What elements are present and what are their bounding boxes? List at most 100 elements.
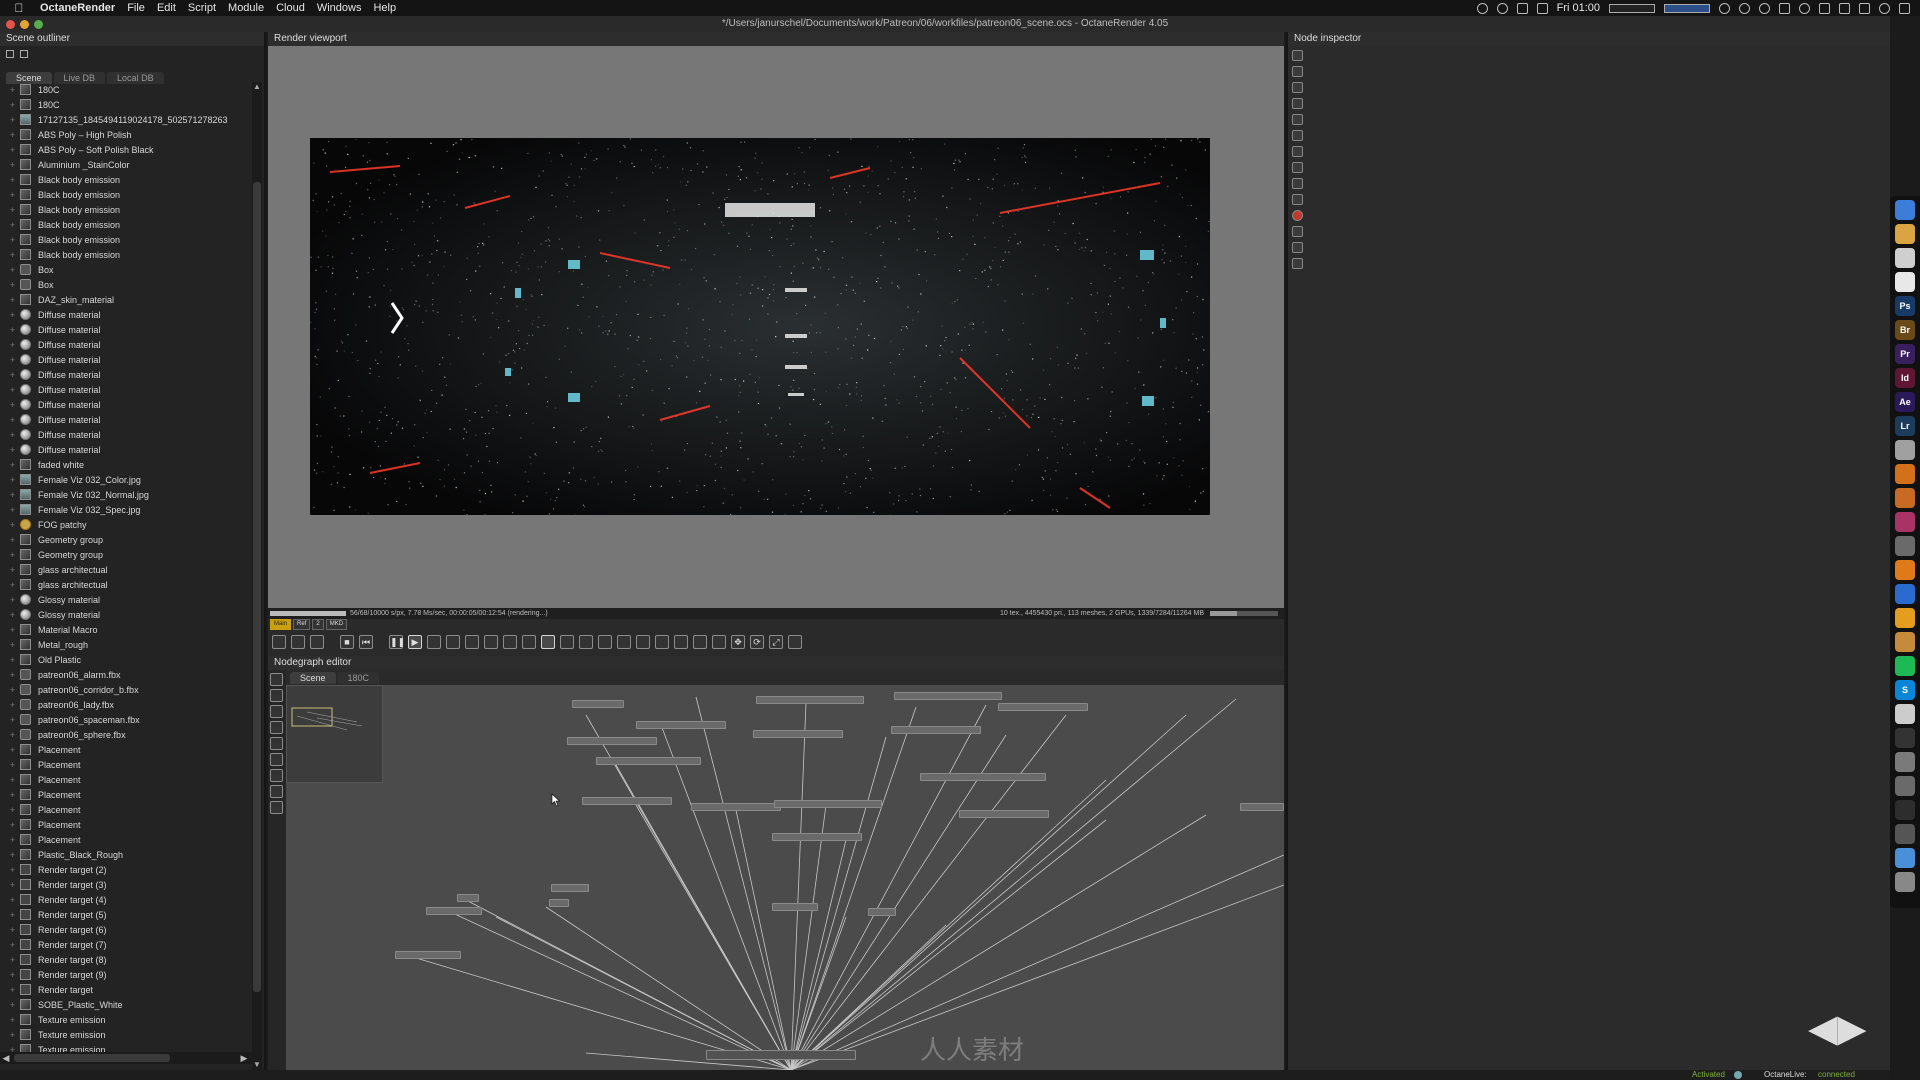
dock-app-icon[interactable]	[1895, 872, 1915, 892]
dock-app-icon[interactable]	[1895, 488, 1915, 508]
tree-item[interactable]: + Placement	[0, 817, 252, 832]
expand-toggle-icon[interactable]: +	[0, 175, 20, 185]
recenter-icon[interactable]	[270, 673, 283, 686]
dock-app-icon[interactable]	[1895, 800, 1915, 820]
material-picker-icon[interactable]	[522, 635, 536, 649]
tree-item[interactable]: + Diffuse material	[0, 352, 252, 367]
scroll-down-icon[interactable]: ▼	[252, 1060, 262, 1070]
render-layer-icon[interactable]	[1292, 194, 1303, 205]
recenter-icon[interactable]	[272, 635, 286, 649]
status-icon[interactable]	[1496, 2, 1508, 14]
tree-item[interactable]: + Diffuse material	[0, 442, 252, 457]
expand-toggle-icon[interactable]: +	[0, 550, 20, 560]
environment-icon[interactable]	[1292, 114, 1303, 125]
tree-item[interactable]: + Render target (8)	[0, 952, 252, 967]
expand-icon[interactable]	[6, 50, 14, 58]
tree-item[interactable]: + Diffuse material	[0, 367, 252, 382]
tree-item[interactable]: + Render target	[0, 982, 252, 997]
menu-help[interactable]: Help	[373, 2, 396, 14]
dock-app-icon[interactable]: Br	[1895, 320, 1915, 340]
expand-toggle-icon[interactable]: +	[0, 1000, 20, 1010]
tree-item[interactable]: + Geometry group	[0, 532, 252, 547]
graph-node[interactable]	[457, 894, 479, 902]
tree-item[interactable]: +180C	[0, 97, 252, 112]
expand-toggle-icon[interactable]: +	[0, 880, 20, 890]
expand-toggle-icon[interactable]: +	[0, 520, 20, 530]
tree-item[interactable]: + SOBE_Plastic_White	[0, 997, 252, 1012]
save-render-icon[interactable]	[427, 635, 441, 649]
pause-button[interactable]: ❚❚	[389, 635, 405, 649]
mode-mkd[interactable]: MKD	[325, 619, 348, 630]
viewport-canvas[interactable]	[268, 46, 1284, 608]
focus-picker-icon[interactable]	[484, 635, 498, 649]
expand-toggle-icon[interactable]: +	[0, 580, 20, 590]
tree-item[interactable]: +180C	[0, 82, 252, 97]
expand-toggle-icon[interactable]: +	[0, 955, 20, 965]
dock-app-icon[interactable]: Ae	[1895, 392, 1915, 412]
menu-module[interactable]: Module	[228, 2, 264, 14]
graph-node[interactable]	[1240, 803, 1284, 811]
tree-item[interactable]: + Black body emission	[0, 202, 252, 217]
expand-toggle-icon[interactable]: +	[0, 325, 20, 335]
dock-app-icon[interactable]	[1895, 464, 1915, 484]
tree-item[interactable]: + Diffuse material	[0, 427, 252, 442]
expand-toggle-icon[interactable]: +	[0, 430, 20, 440]
tree-item[interactable]: + glass architectual	[0, 577, 252, 592]
dock-app-icon[interactable]	[1895, 752, 1915, 772]
tree-item[interactable]: + Glossy material	[0, 592, 252, 607]
graph-node[interactable]	[572, 700, 624, 708]
expand-toggle-icon[interactable]: +	[0, 445, 20, 455]
animation-icon[interactable]	[1292, 162, 1303, 173]
expand-toggle-icon[interactable]: +	[0, 655, 20, 665]
expand-toggle-icon[interactable]: +	[0, 370, 20, 380]
dock-app-icon[interactable]	[1895, 248, 1915, 268]
tree-item[interactable]: + Render target (7)	[0, 937, 252, 952]
tree-item[interactable]: + Diffuse material	[0, 412, 252, 427]
volume-icon[interactable]	[1839, 2, 1850, 14]
scrollbar-thumb[interactable]	[253, 182, 261, 992]
tab-scene-graph[interactable]: Scene	[290, 672, 336, 684]
mode-main[interactable]: Main	[270, 619, 292, 630]
expand-toggle-icon[interactable]: +	[0, 265, 20, 275]
expand-toggle-icon[interactable]: +	[0, 505, 20, 515]
expand-toggle-icon[interactable]: +	[0, 340, 20, 350]
graph-node[interactable]	[426, 907, 482, 915]
tree-item[interactable]: + patreon06_spaceman.fbx	[0, 712, 252, 727]
imager-icon[interactable]	[1292, 226, 1303, 237]
tree-item[interactable]: + Render target (9)	[0, 967, 252, 982]
outliner-horizontal-scrollbar[interactable]: ◀ ▶	[0, 1052, 252, 1064]
expand-toggle-icon[interactable]: +	[0, 385, 20, 395]
collapse-icon[interactable]	[1292, 66, 1303, 77]
user-icon[interactable]	[1859, 2, 1870, 14]
postprocess-icon[interactable]	[1292, 242, 1303, 253]
tree-item[interactable]: + Female Viz 032_Spec.jpg	[0, 502, 252, 517]
menu-cloud[interactable]: Cloud	[276, 2, 305, 14]
camera-icon[interactable]	[1292, 98, 1303, 109]
tree-item[interactable]: + Texture emission	[0, 1027, 252, 1042]
tree-item[interactable]: + Female Viz 032_Color.jpg	[0, 472, 252, 487]
sub-sampling-icon[interactable]	[617, 635, 631, 649]
render-target-node[interactable]	[706, 1050, 856, 1060]
dock-app-icon[interactable]	[1895, 440, 1915, 460]
expand-toggle-icon[interactable]: +	[0, 130, 20, 140]
dock-app-icon[interactable]	[1895, 560, 1915, 580]
close-button[interactable]	[6, 20, 15, 29]
mode-2[interactable]: 2	[312, 619, 324, 630]
expand-toggle-icon[interactable]: +	[0, 565, 20, 575]
expand-toggle-icon[interactable]: +	[0, 220, 20, 230]
graph-node[interactable]	[772, 903, 818, 911]
expand-toggle-icon[interactable]: +	[0, 835, 20, 845]
world-axis-icon[interactable]	[788, 635, 802, 649]
tree-item[interactable]: + Placement	[0, 757, 252, 772]
tree-item[interactable]: + FOG patchy	[0, 517, 252, 532]
graph-node[interactable]	[551, 884, 589, 892]
expand-toggle-icon[interactable]: +	[0, 985, 20, 995]
dock-app-icon[interactable]: Ps	[1895, 296, 1915, 316]
expand-toggle-icon[interactable]: +	[0, 160, 20, 170]
dock-app-icon[interactable]: Lr	[1895, 416, 1915, 436]
tree-item[interactable]: + Render target (2)	[0, 862, 252, 877]
expand-toggle-icon[interactable]: +	[0, 850, 20, 860]
play-button[interactable]: ▶	[408, 635, 422, 649]
tree-item[interactable]: + Placement	[0, 787, 252, 802]
expand-toggle-icon[interactable]: +	[0, 745, 20, 755]
